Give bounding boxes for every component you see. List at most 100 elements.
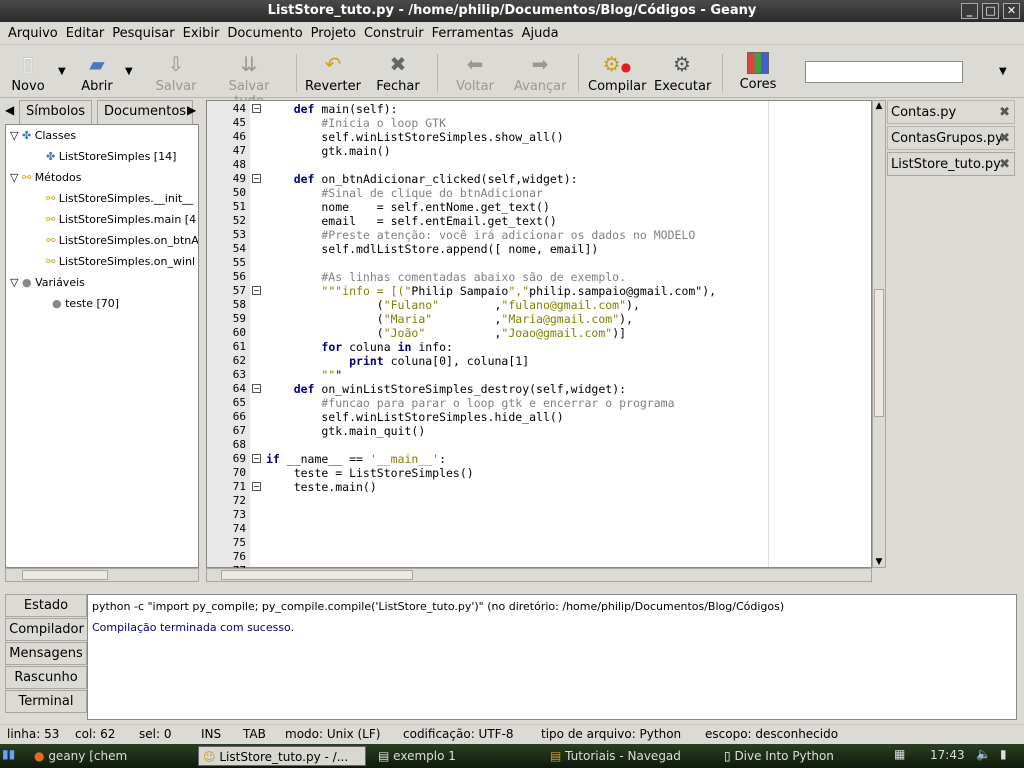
tree-item-method[interactable]: ⚯ ListStoreSimples.on_btnA — [46, 231, 198, 251]
code-line[interactable]: #funcao para parar o loop gtk e encerrar… — [266, 396, 674, 410]
code-line[interactable]: if __name__ == '__main__': — [266, 452, 446, 466]
tree-item-method[interactable]: ⚯ ListStoreSimples.on_winl — [46, 252, 195, 272]
compiler-output[interactable]: python -c "import py_compile; py_compile… — [87, 594, 1017, 720]
fold-toggle-icon[interactable]: − — [252, 482, 261, 491]
code-line[interactable]: #Inicia o loop GTK — [266, 116, 446, 130]
tree-item-classes[interactable]: ▽ ✤ Classes — [10, 126, 76, 146]
panel-icon[interactable]: ▮ — [1000, 747, 1007, 761]
toolbar-overflow-icon[interactable]: ▼ — [999, 66, 1007, 77]
code-line[interactable]: #Sinal de clique do btnAdicionar — [266, 186, 543, 200]
compile-button[interactable]: ⚙● Compilar — [588, 52, 646, 94]
fold-margin[interactable]: − − − − − − — [250, 100, 264, 568]
tab-documentos[interactable]: Documentos — [97, 100, 194, 124]
menu-editar[interactable]: Editar — [62, 26, 109, 41]
tree-item-metodos[interactable]: ▽ ⚯ Métodos — [10, 168, 81, 188]
sidebar-next-tab-icon[interactable]: ▶ — [187, 103, 196, 117]
new-button[interactable]: ▯ Novo — [10, 52, 46, 94]
code-area[interactable]: def main(self): #Inicia o loop GTK self.… — [264, 100, 872, 568]
file-tab-contasgrupos[interactable]: ContasGrupos.py ✖ — [887, 126, 1015, 150]
minimize-button[interactable]: _ — [961, 3, 978, 19]
tab-terminal[interactable]: Terminal — [5, 690, 87, 713]
expander-icon[interactable]: ▽ — [10, 276, 18, 289]
code-line[interactable]: self.winListStoreSimples.show_all() — [266, 130, 563, 144]
tree-item-class[interactable]: ✤ ListStoreSimples [14] — [46, 147, 176, 167]
fold-toggle-icon[interactable]: − — [252, 454, 261, 463]
code-line[interactable]: email = self.entEmail.get_text() — [266, 214, 556, 228]
code-editor[interactable]: 44 45 46 47 48 49 50 51 52 53 54 55 56 57 58 59 60 61 62 63… — [206, 100, 886, 586]
volume-icon[interactable]: 🔈 — [976, 747, 991, 761]
tab-mensagens[interactable]: Mensagens — [5, 642, 87, 665]
code-line[interactable]: """ — [266, 368, 342, 382]
code-line[interactable]: self.mdlListStore.append([ nome, email]) — [266, 242, 598, 256]
sidebar-prev-tab-icon[interactable]: ◀ — [5, 103, 14, 117]
code-line[interactable]: teste.main() — [266, 480, 377, 494]
execute-button[interactable]: ⚙ Executar — [654, 52, 711, 94]
menu-ajuda[interactable]: Ajuda — [518, 26, 563, 41]
fold-toggle-icon[interactable]: − — [252, 286, 261, 295]
menu-ferramentas[interactable]: Ferramentas — [428, 26, 518, 41]
back-button[interactable]: ⬅ Voltar — [453, 52, 497, 94]
tab-estado[interactable]: Estado — [5, 594, 87, 617]
file-tab-contas[interactable]: Contas.py ✖ — [887, 100, 1015, 124]
search-input[interactable] — [805, 61, 963, 83]
close-tab-icon[interactable]: ✖ — [999, 101, 1010, 125]
code-line[interactable]: """info = [("Philip Sampaio","philip.sam… — [266, 284, 716, 298]
menu-construir[interactable]: Construir — [360, 26, 428, 41]
menu-pesquisar[interactable]: Pesquisar — [108, 26, 178, 41]
code-line[interactable]: print coluna[0], coluna[1] — [266, 354, 529, 368]
code-line[interactable]: ("Fulano" ,"fulano@gmail.com"), — [266, 298, 640, 312]
sidebar-horizontal-scrollbar[interactable] — [5, 568, 199, 582]
code-line[interactable]: ("João" ,"Joao@gmail.com")] — [266, 326, 626, 340]
close-file-button[interactable]: ✖ Fechar — [376, 52, 420, 94]
editor-vertical-scrollbar[interactable]: ▲ ▼ — [872, 100, 886, 568]
task-exemplo[interactable]: ▤ exemplo 1 — [374, 746, 540, 766]
revert-button[interactable]: ↶ Reverter — [305, 52, 361, 94]
tab-compilador[interactable]: Compilador — [5, 618, 87, 641]
menu-projeto[interactable]: Projeto — [307, 26, 360, 41]
task-geany[interactable]: ● geany [chem — [30, 746, 192, 766]
code-line[interactable]: def on_winListStoreSimples_destroy(self,… — [266, 382, 626, 396]
task-tutoriais[interactable]: ▤ Tutoriais - Navegad — [546, 746, 716, 766]
close-tab-icon[interactable]: ✖ — [999, 127, 1010, 151]
tab-rascunho[interactable]: Rascunho — [5, 666, 87, 689]
code-line[interactable]: nome = self.entNome.get_text() — [266, 200, 550, 214]
save-button[interactable]: ⇩ Salvar — [155, 52, 197, 94]
task-liststore[interactable]: ☺ ListStore_tuto.py - /... — [198, 746, 366, 766]
workspace-icon[interactable]: ▦ — [894, 747, 905, 761]
menu-exibir[interactable]: Exibir — [179, 26, 224, 41]
expander-icon[interactable]: ▽ — [10, 171, 18, 184]
fold-toggle-icon[interactable]: − — [252, 384, 261, 393]
code-line[interactable]: self.winListStoreSimples.hide_all() — [266, 410, 563, 424]
menu-documento[interactable]: Documento — [223, 26, 306, 41]
code-line[interactable]: #As linhas comentadas abaixo são de exem… — [266, 270, 626, 284]
maximize-button[interactable]: □ — [982, 3, 999, 19]
close-tab-icon[interactable]: ✖ — [999, 153, 1010, 177]
code-line[interactable]: teste = ListStoreSimples() — [266, 466, 474, 480]
forward-button[interactable]: ➡ Avançar — [514, 52, 567, 94]
tree-item-variaveis[interactable]: ▽ ● Variáveis — [10, 273, 85, 293]
fold-toggle-icon[interactable]: − — [252, 104, 261, 113]
menu-launcher-icon[interactable]: ▮▮ — [2, 747, 15, 761]
code-line[interactable]: for coluna in info: — [266, 340, 453, 354]
code-line[interactable]: #Preste atenção: você irá adicionar os d… — [266, 228, 695, 242]
menu-arquivo[interactable]: Arquivo — [4, 26, 62, 41]
code-line[interactable]: gtk.main_quit() — [266, 424, 425, 438]
code-line[interactable]: gtk.main() — [266, 144, 390, 158]
expander-icon[interactable]: ▽ — [10, 129, 18, 142]
tree-item-method[interactable]: ⚯ ListStoreSimples.__init__ — [46, 189, 193, 209]
tab-simbolos[interactable]: Símbolos — [19, 100, 93, 124]
code-line[interactable]: ("Maria" ,"Maria@gmail.com"), — [266, 312, 633, 326]
code-line[interactable]: def on_btnAdicionar_clicked(self,widget)… — [266, 172, 578, 186]
close-window-button[interactable]: ✕ — [1003, 3, 1020, 19]
file-tab-liststore-tuto[interactable]: ListStore_tuto.py ✖ — [887, 152, 1015, 176]
tree-item-variable[interactable]: ● teste [70] — [52, 294, 119, 314]
editor-horizontal-scrollbar[interactable] — [206, 568, 872, 582]
open-dropdown-icon[interactable]: ▼ — [125, 66, 133, 77]
task-dive-into-python[interactable]: ▯ Dive Into Python — [720, 746, 888, 766]
tree-item-method[interactable]: ⚯ ListStoreSimples.main [4 — [46, 210, 196, 230]
colors-button[interactable]: Cores — [738, 52, 778, 92]
fold-toggle-icon[interactable]: − — [252, 174, 261, 183]
new-dropdown-icon[interactable]: ▼ — [58, 66, 66, 77]
code-line[interactable]: def main(self): — [266, 102, 398, 116]
open-button[interactable]: ▰ Abrir — [78, 52, 116, 94]
